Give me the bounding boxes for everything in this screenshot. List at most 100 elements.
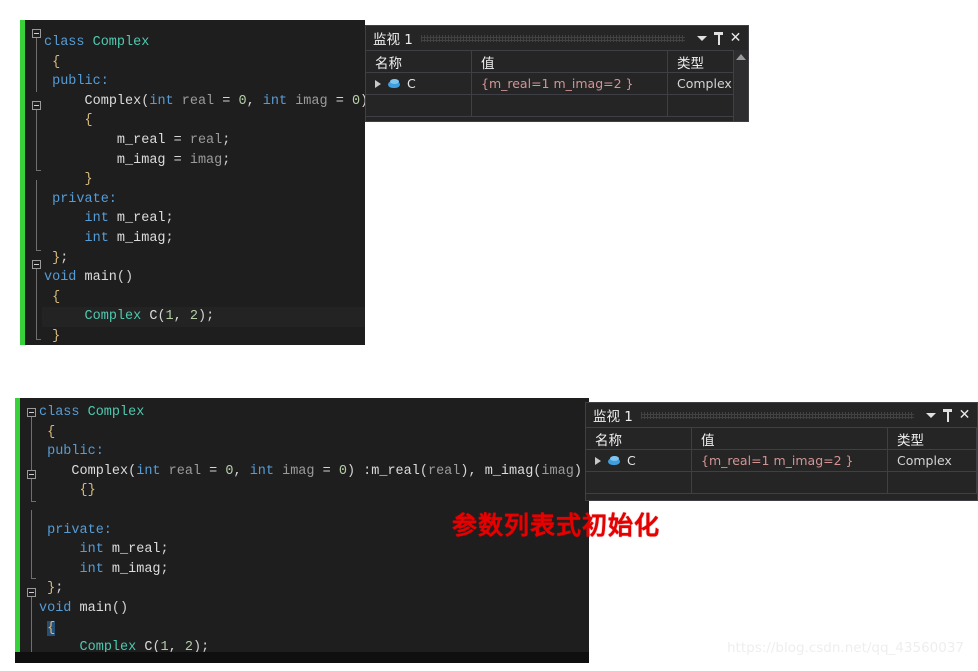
code-token: real [427, 463, 461, 479]
expand-triangle-icon[interactable] [375, 79, 381, 88]
column-header-value[interactable]: 值 [472, 51, 668, 72]
code-line[interactable]: Complex(int real = 0, int imag = 0) [42, 92, 365, 112]
fold-guide-line [31, 479, 32, 501]
code-token: int [136, 463, 161, 479]
code-line[interactable]: { [37, 619, 589, 639]
code-line[interactable]: { [42, 288, 365, 308]
code-line[interactable]: }; [42, 249, 365, 269]
object-icon [608, 455, 620, 466]
code-line[interactable]: m_real = real; [42, 131, 365, 151]
code-token: ; [60, 250, 69, 266]
code-token: public: [39, 444, 104, 460]
watch-empty-value-cell[interactable] [692, 472, 888, 493]
collapse-box-main[interactable] [27, 588, 36, 597]
code-token: int [149, 93, 174, 109]
code-token: Complex [84, 93, 142, 109]
scroll-up-arrow-icon[interactable] [736, 54, 746, 60]
watch-column-headers: 名称 值 类型 [586, 427, 977, 450]
collapse-box-class[interactable] [27, 408, 36, 417]
code-line[interactable]: class Complex [42, 33, 365, 53]
fold-guide-line [36, 269, 37, 339]
code-token: imag [541, 463, 574, 479]
code-token: Complex [71, 463, 129, 479]
code-line[interactable]: void main() [37, 599, 589, 619]
code-line[interactable]: int m_imag; [42, 229, 365, 249]
chevron-down-icon[interactable] [922, 406, 939, 424]
watch-row-type-cell: Complex [888, 450, 977, 471]
column-header-name[interactable]: 名称 [366, 51, 472, 72]
watch-row-name-cell[interactable]: C [586, 450, 692, 471]
collapse-box-ctor[interactable] [32, 101, 41, 110]
collapse-box-class[interactable] [32, 29, 41, 38]
collapse-box-main[interactable] [32, 260, 41, 269]
pin-icon[interactable] [939, 406, 956, 424]
watch-window-top[interactable]: 监视 1 ✕ 名称 值 类型 C {m_real=1 m_imag=2 } Co… [365, 25, 749, 122]
code-token: 1 [165, 309, 174, 325]
code-editor-pane-top[interactable]: class Complex { public: Complex(int real… [20, 20, 365, 345]
code-token: real [173, 93, 215, 109]
collapse-box-ctor[interactable] [27, 470, 36, 479]
code-line[interactable]: } [42, 327, 365, 345]
editor-horizontal-scrollbar[interactable] [15, 652, 589, 663]
editor-gutter-bottom[interactable] [20, 398, 37, 663]
code-token: imag [189, 152, 223, 168]
code-token: main [71, 600, 112, 616]
code-token: private: [39, 522, 112, 538]
code-line[interactable]: {} [37, 481, 589, 501]
fold-guide-end [31, 501, 36, 502]
code-line[interactable]: m_imag = imag; [42, 151, 365, 171]
code-token: Complex [84, 309, 142, 325]
column-header-value[interactable]: 值 [692, 428, 888, 449]
code-line[interactable]: int m_real; [37, 540, 589, 560]
watch-variable-name: C [627, 453, 636, 468]
code-token: void [39, 600, 72, 616]
code-line[interactable]: class Complex [37, 403, 589, 423]
table-row[interactable]: C {m_real=1 m_imag=2 } Complex [586, 450, 977, 472]
watch-row-name-cell[interactable]: C [366, 73, 472, 94]
code-line[interactable]: { [37, 423, 589, 443]
watch-empty-value-cell[interactable] [472, 95, 668, 116]
column-header-type[interactable]: 类型 [888, 428, 977, 449]
table-row-empty[interactable] [366, 95, 748, 117]
close-icon[interactable]: ✕ [956, 406, 973, 424]
code-line[interactable]: public: [42, 72, 365, 92]
code-line[interactable]: Complex(int real = 0, int imag = 0) :m_r… [37, 462, 589, 482]
watch-titlebar[interactable]: 监视 1 ✕ [366, 26, 748, 50]
editor-gutter-top[interactable] [25, 20, 42, 345]
code-token: () [116, 270, 134, 286]
watch-vertical-scrollbar[interactable] [733, 50, 748, 121]
fold-guide-end [36, 250, 41, 251]
code-line[interactable]: { [42, 111, 365, 131]
code-token: = [314, 463, 339, 479]
code-line[interactable]: public: [37, 442, 589, 462]
code-line[interactable]: int m_imag; [37, 560, 589, 580]
watch-empty-name-cell[interactable] [366, 95, 472, 116]
table-row-empty[interactable] [586, 472, 977, 494]
code-line[interactable]: Complex C(1, 2); [42, 307, 365, 327]
watch-titlebar[interactable]: 监视 1 ✕ [586, 403, 977, 427]
fold-guide-line [36, 38, 37, 92]
watch-row-value-cell[interactable]: {m_real=1 m_imag=2 } [472, 73, 668, 94]
code-line[interactable]: private: [42, 190, 365, 210]
code-line[interactable]: { [42, 53, 365, 73]
close-icon[interactable]: ✕ [727, 29, 744, 47]
pin-icon[interactable] [710, 29, 727, 47]
code-token: ; [206, 309, 215, 325]
column-header-name[interactable]: 名称 [586, 428, 692, 449]
watch-row-value-cell[interactable]: {m_real=1 m_imag=2 } [692, 450, 888, 471]
code-line[interactable]: }; [37, 579, 589, 599]
expand-triangle-icon[interactable] [595, 456, 601, 465]
code-line[interactable]: void main() [42, 268, 365, 288]
code-line[interactable]: int m_real; [42, 209, 365, 229]
editor-text-top[interactable]: class Complex { public: Complex(int real… [42, 20, 365, 345]
table-row[interactable]: C {m_real=1 m_imag=2 } Complex [366, 73, 748, 95]
code-line[interactable]: } [42, 170, 365, 190]
code-token: int [84, 230, 109, 246]
titlebar-grip [420, 34, 685, 42]
code-token: } [44, 172, 93, 188]
watch-empty-name-cell[interactable] [586, 472, 692, 493]
chevron-down-icon[interactable] [693, 29, 710, 47]
watch-window-bottom[interactable]: 监视 1 ✕ 名称 值 类型 C {m_real=1 m_imag=2 } Co… [585, 402, 978, 501]
